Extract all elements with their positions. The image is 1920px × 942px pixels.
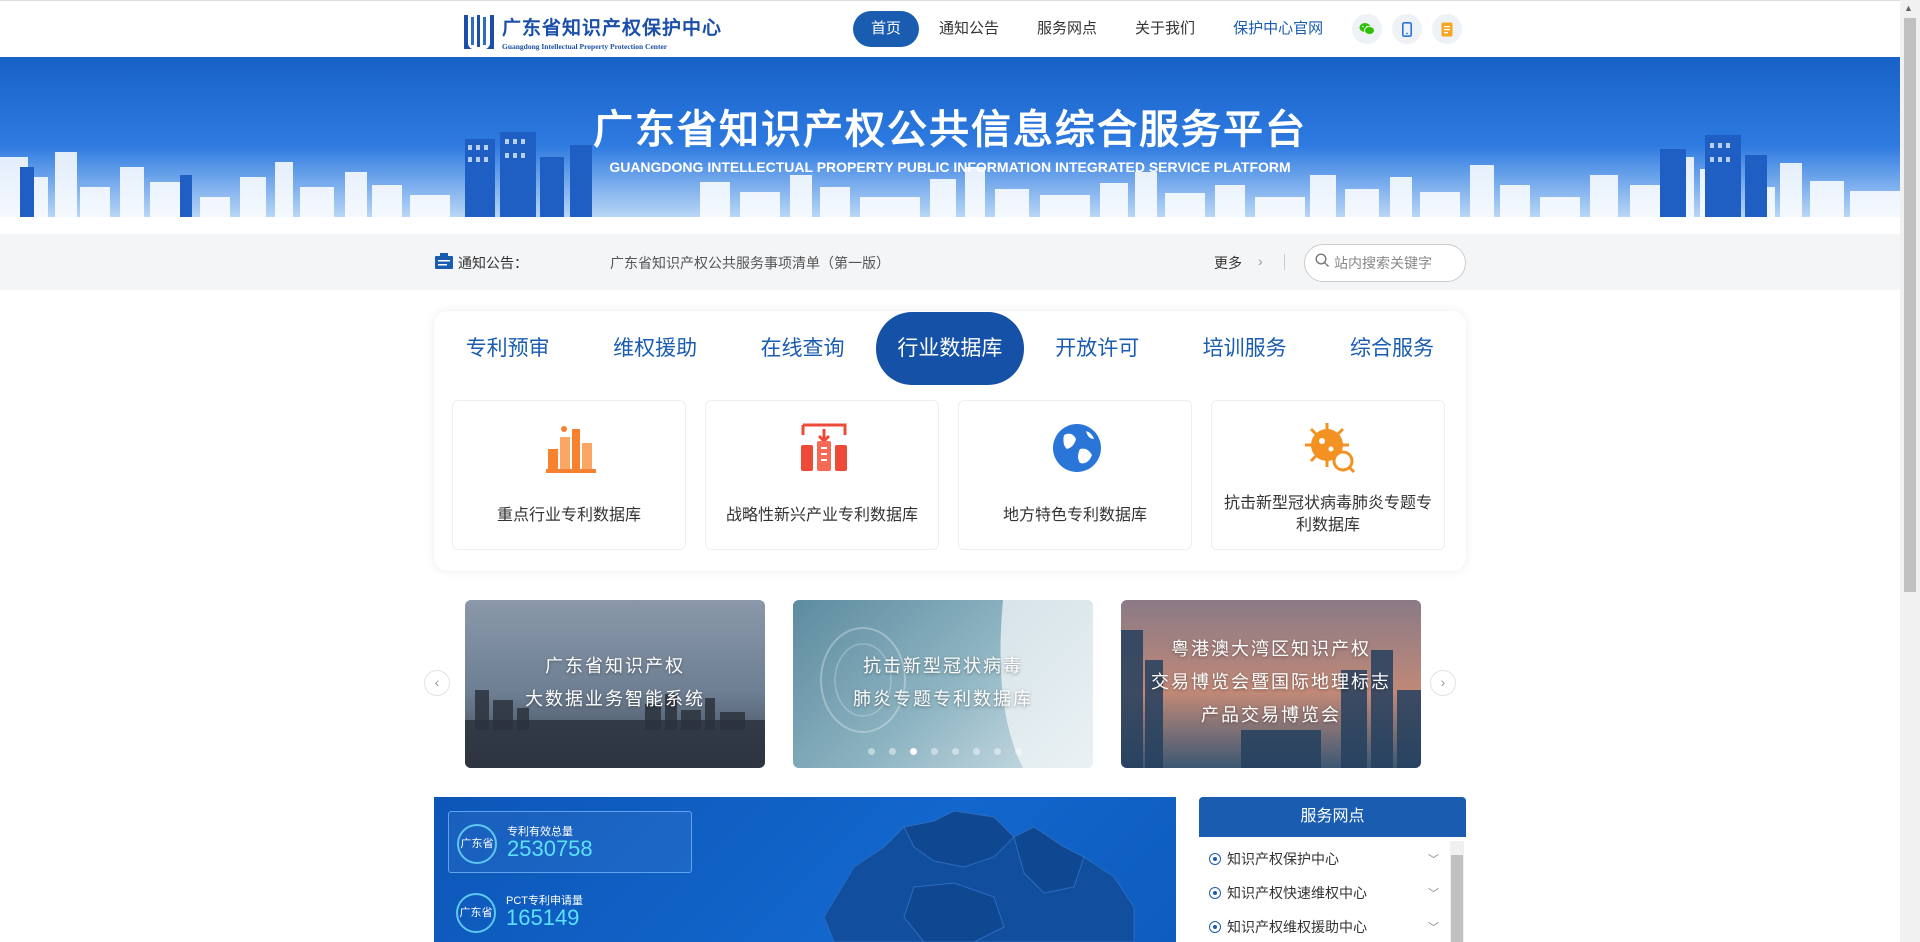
- card-key-industry[interactable]: 重点行业专利数据库: [452, 400, 686, 550]
- notice-more-link[interactable]: 更多: [1214, 253, 1242, 273]
- mobile-icon[interactable]: [1392, 14, 1422, 44]
- card-emerging-industry[interactable]: 战略性新兴产业专利数据库: [705, 400, 939, 550]
- tab-open-license[interactable]: 开放许可: [1024, 312, 1171, 385]
- banner-subtitle: GUANGDONG INTELLECTUAL PROPERTY PUBLIC I…: [609, 159, 1291, 175]
- main-nav: 首页 通知公告 服务网点 关于我们 保护中心官网: [853, 11, 1343, 47]
- feature-carousel: ‹ › 广东省知识产权 大数据业务智能系统 抗击新型冠状病毒 肺炎专题专利数据库: [424, 596, 1476, 771]
- radio-bullet-icon: [1209, 887, 1221, 899]
- carousel-prev-button[interactable]: ‹: [424, 670, 450, 696]
- service-point-item[interactable]: 知识产权快速维权中心 ﹀: [1209, 883, 1439, 903]
- scrollbar-thumb[interactable]: [1451, 855, 1463, 942]
- slide-line: 交易博览会暨国际地理标志: [1151, 672, 1391, 692]
- stat-region-badge: 广东省: [456, 893, 496, 933]
- slide-line: 肺炎专题专利数据库: [853, 689, 1033, 709]
- service-points-scrollbar[interactable]: [1450, 841, 1464, 942]
- database-cards: 重点行业专利数据库 战略性新兴产业专利数据库 地方特色专利数据库 抗击新型冠状病…: [452, 400, 1464, 550]
- tab-training[interactable]: 培训服务: [1171, 312, 1318, 385]
- banner-title: 广东省知识产权公共信息综合服务平台: [593, 108, 1307, 152]
- slide-line: 粤港澳大湾区知识产权: [1171, 639, 1371, 659]
- carousel-slide[interactable]: 广东省知识产权 大数据业务智能系统: [465, 600, 765, 768]
- card-label: 重点行业专利数据库: [496, 507, 641, 524]
- carousel-slide[interactable]: 粤港澳大湾区知识产权 交易博览会暨国际地理标志 产品交易博览会: [1121, 600, 1421, 768]
- service-point-item[interactable]: 知识产权维权援助中心 ﹀: [1209, 917, 1439, 937]
- industry-icon: [544, 421, 598, 475]
- scrollbar-thumb[interactable]: [1904, 18, 1916, 592]
- card-covid-database[interactable]: 抗击新型冠状病毒肺炎专题专利数据库: [1211, 400, 1445, 550]
- service-point-label: 知识产权维权援助中心: [1227, 919, 1367, 935]
- divider: [1284, 254, 1285, 270]
- tab-online-query[interactable]: 在线查询: [729, 312, 876, 385]
- carousel-dot[interactable]: [1015, 748, 1022, 755]
- service-panel: 专利预审 维权援助 在线查询 行业数据库 开放许可 培训服务 综合服务 重点行业…: [434, 311, 1466, 571]
- carousel-dot[interactable]: [952, 748, 959, 755]
- notebook-icon[interactable]: [1432, 14, 1462, 44]
- stat-region-badge: 广东省: [457, 824, 497, 864]
- site-header: 广东省知识产权保护中心 Guangdong Intellectual Prope…: [0, 0, 1900, 57]
- search-icon: [1315, 253, 1330, 273]
- nav-official-site[interactable]: 保护中心官网: [1215, 11, 1341, 47]
- service-points-title: 服务网点: [1199, 797, 1466, 837]
- wechat-icon[interactable]: [1352, 14, 1382, 44]
- virus-search-icon: [1303, 421, 1357, 475]
- nav-notices[interactable]: 通知公告: [921, 11, 1017, 47]
- header-icon-group: [1352, 14, 1472, 44]
- carousel-next-button[interactable]: ›: [1430, 670, 1456, 696]
- carousel-slide[interactable]: 抗击新型冠状病毒 肺炎专题专利数据库: [793, 600, 1093, 768]
- tab-rights-assistance[interactable]: 维权援助: [581, 312, 728, 385]
- logo-mark-icon: [462, 13, 496, 51]
- hero-banner: 广东省知识产权公共信息综合服务平台 GUANGDONG INTELLECTUAL…: [0, 57, 1900, 217]
- card-label: 战略性新兴产业专利数据库: [725, 507, 918, 524]
- nav-home[interactable]: 首页: [853, 11, 920, 47]
- chevron-right-icon: ›: [1258, 253, 1263, 269]
- scroll-up-icon[interactable]: ▲: [1904, 3, 1913, 13]
- page-scrollbar[interactable]: ▲: [1900, 0, 1920, 942]
- nav-about[interactable]: 关于我们: [1117, 11, 1213, 47]
- tab-industry-database[interactable]: 行业数据库: [876, 312, 1024, 385]
- service-points-panel: 服务网点 知识产权保护中心 ﹀ 知识产权快速维权中心 ﹀ 知识产权维权援助中心 …: [1199, 797, 1466, 942]
- carousel-dot[interactable]: [868, 748, 875, 755]
- radio-bullet-icon: [1209, 853, 1221, 865]
- carousel-dot[interactable]: [994, 748, 1001, 755]
- card-local-feature[interactable]: 地方特色专利数据库: [958, 400, 1192, 550]
- slide-line: 产品交易博览会: [1201, 705, 1341, 725]
- chevron-down-icon: ﹀: [1428, 854, 1439, 866]
- notice-label: 通知公告：: [458, 255, 528, 271]
- radio-bullet-icon: [1209, 921, 1221, 933]
- carousel-pagination: [868, 748, 1036, 755]
- tab-general-service[interactable]: 综合服务: [1318, 312, 1465, 385]
- notice-bar: 通知公告： 广东省知识产权公共服务事项清单（第一版） 更多 ›: [0, 234, 1900, 290]
- service-tabs: 专利预审 维权援助 在线查询 行业数据库 开放许可 培训服务 综合服务: [434, 312, 1466, 385]
- chevron-down-icon: ﹀: [1428, 922, 1439, 934]
- logo-title: 广东省知识产权保护中心: [502, 18, 723, 39]
- carousel-dot[interactable]: [910, 748, 917, 755]
- chevron-down-icon: ﹀: [1428, 888, 1439, 900]
- tab-patent-preexam[interactable]: 专利预审: [434, 312, 581, 385]
- slide-line: 广东省知识产权: [545, 656, 685, 676]
- nav-service-points[interactable]: 服务网点: [1019, 11, 1115, 47]
- site-logo[interactable]: 广东省知识产权保护中心 Guangdong Intellectual Prope…: [462, 13, 722, 51]
- carousel-dot[interactable]: [931, 748, 938, 755]
- carousel-dot[interactable]: [889, 748, 896, 755]
- stat-pct-applications: 广东省 PCT专利申请量 165149: [448, 881, 692, 942]
- notice-icon: [434, 253, 454, 275]
- emerging-industry-icon: [797, 421, 851, 475]
- stat-value: 2530758: [507, 836, 593, 861]
- search-input[interactable]: [1334, 255, 1459, 271]
- card-label: 地方特色专利数据库: [1002, 507, 1147, 524]
- stat-valid-patents: 广东省 专利有效总量 2530758: [448, 811, 692, 873]
- service-point-item[interactable]: 知识产权保护中心 ﹀: [1209, 849, 1439, 869]
- logo-subtitle: Guangdong Intellectual Property Protecti…: [502, 42, 668, 51]
- notice-link[interactable]: 广东省知识产权公共服务事项清单（第一版）: [610, 253, 890, 273]
- service-point-label: 知识产权快速维权中心: [1227, 885, 1367, 901]
- stat-value: 165149: [506, 905, 580, 930]
- globe-icon: [1050, 421, 1104, 475]
- card-label: 抗击新型冠状病毒肺炎专题专利数据库: [1223, 495, 1432, 534]
- statistics-map-panel: 广东省 专利有效总量 2530758 广东省 PCT专利申请量 165149: [434, 797, 1176, 942]
- slide-line: 大数据业务智能系统: [525, 689, 705, 709]
- site-search: [1304, 244, 1466, 282]
- service-point-label: 知识产权保护中心: [1227, 851, 1339, 867]
- slide-line: 抗击新型冠状病毒: [863, 656, 1023, 676]
- carousel-dot[interactable]: [973, 748, 980, 755]
